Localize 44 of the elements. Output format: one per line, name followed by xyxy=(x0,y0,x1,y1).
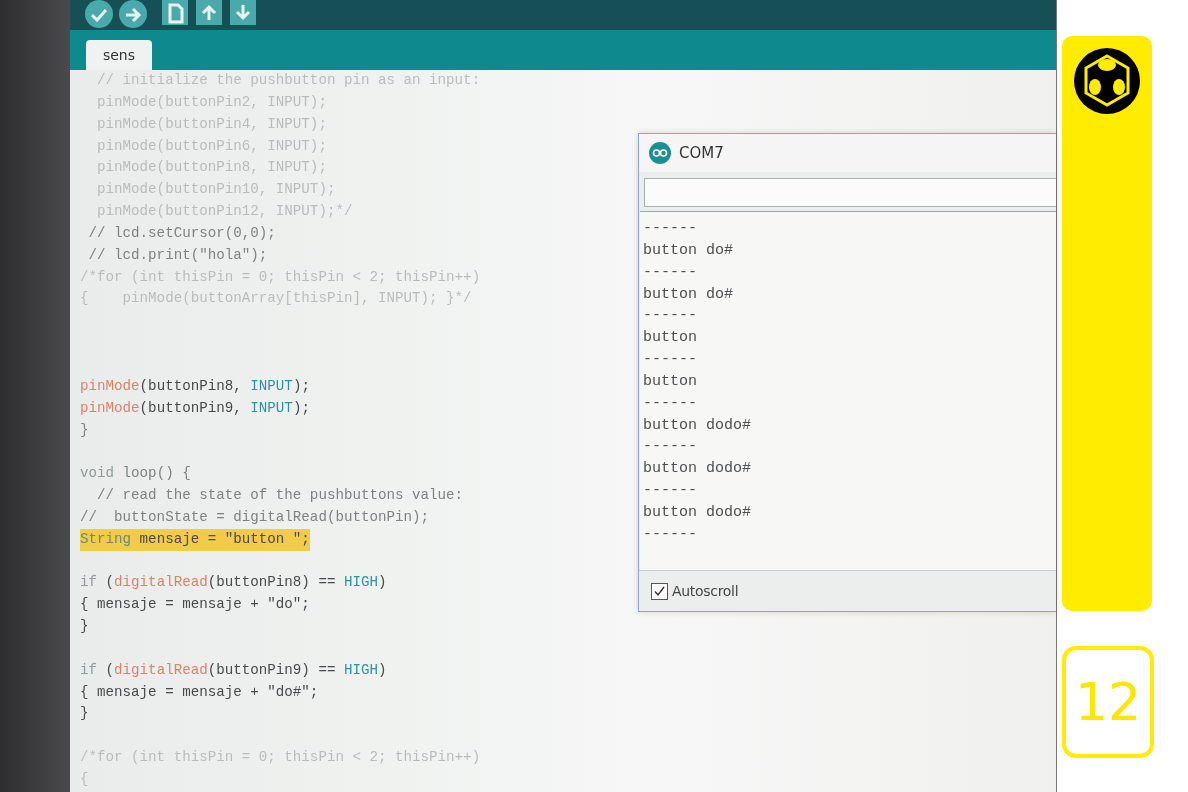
verify-icon[interactable] xyxy=(84,0,114,28)
code-line: { xyxy=(80,770,89,789)
code-line: } xyxy=(80,420,89,440)
window-title: COM7 xyxy=(679,144,724,162)
output-line: ------ xyxy=(643,262,697,283)
code-line: // buttonState = digitalRead(buttonPin); xyxy=(80,507,430,527)
code-line: { pinMode(buttonArray[thisPin], INPUT); }*/ xyxy=(80,289,472,309)
autoscroll-checkbox[interactable] xyxy=(651,582,668,600)
code-line: if (digitalRead(buttonPin9) == HIGH) xyxy=(80,660,387,680)
code-line: } xyxy=(80,704,89,724)
code-line: pinMode(buttonPin9, INPUT); xyxy=(80,398,310,418)
output-line: button do# xyxy=(643,284,733,305)
code-line: // lcd.print("hola"); xyxy=(87,245,268,265)
output-line: ------ xyxy=(643,524,697,545)
app-logo-icon xyxy=(649,142,671,164)
code-line: { mensaje = mensaje + "do#"; xyxy=(80,682,319,702)
upload-icon[interactable] xyxy=(118,0,148,28)
code-line: { mensaje = mensaje + "do"; xyxy=(80,595,310,615)
output-line: ------ xyxy=(643,437,697,458)
output-line: ------ xyxy=(643,306,697,327)
autoscroll-label: Autoscroll xyxy=(672,583,739,599)
save-icon[interactable] xyxy=(228,0,258,28)
new-file-icon[interactable] xyxy=(160,0,190,28)
editor-tab[interactable]: sens xyxy=(86,40,152,70)
code-line: } xyxy=(80,617,89,637)
code-line: // lcd.setCursor(0,0); xyxy=(87,223,276,243)
output-line: button dodo# xyxy=(643,502,752,523)
output-line: button dodo# xyxy=(643,415,752,436)
output-line: ------ xyxy=(643,219,697,239)
output-line: button dodo# xyxy=(643,459,752,480)
output-line: ------ xyxy=(643,350,697,371)
output-line: ------ xyxy=(643,393,697,414)
code-line: if (digitalRead(buttonPin8) == HIGH) xyxy=(80,573,387,593)
code-line: void loop() { xyxy=(80,464,191,484)
output-line: button do# xyxy=(643,240,733,261)
output-line: button xyxy=(643,371,697,392)
open-icon[interactable] xyxy=(194,0,224,28)
code-line: pinMode(buttonPin8, INPUT); xyxy=(80,376,310,396)
page-number: 12 xyxy=(1062,646,1154,758)
logo-icon xyxy=(1073,47,1141,115)
output-line: button xyxy=(643,328,697,349)
output-line: ------ xyxy=(643,481,697,502)
send-input-field[interactable] xyxy=(644,178,1056,207)
code-line: // read the state of the pushbuttons value: xyxy=(96,486,464,506)
